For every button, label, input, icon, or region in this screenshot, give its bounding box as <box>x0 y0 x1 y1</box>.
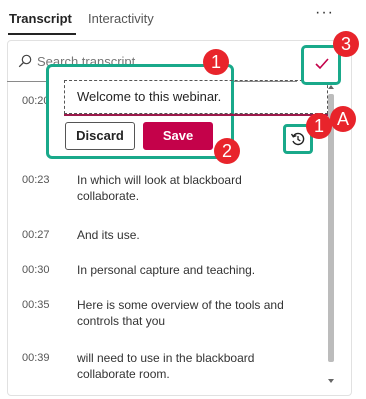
save-button[interactable]: Save <box>143 122 213 150</box>
entry-timestamp[interactable]: 00:30 <box>22 264 50 276</box>
caption-edit-underline <box>64 114 328 116</box>
active-tab-indicator <box>8 33 76 35</box>
entry-text: And its use. <box>77 228 140 242</box>
entry-timestamp[interactable]: 00:35 <box>22 299 50 311</box>
scroll-down-arrow-icon[interactable] <box>326 376 336 386</box>
entry-timestamp[interactable]: 00:39 <box>22 352 50 364</box>
search-icon <box>18 54 32 68</box>
entry-timestamp[interactable]: 00:23 <box>22 174 50 186</box>
caption-edit-value: Welcome to this webinar. <box>77 89 222 104</box>
checkmark-icon <box>315 58 329 70</box>
scroll-up-arrow-icon[interactable] <box>326 82 336 92</box>
tab-bar: Transcript Interactivity ··· <box>0 0 366 36</box>
entry-text: will need to use in the blackboard colla… <box>77 351 255 381</box>
caption-edit-field[interactable]: Welcome to this webinar. <box>64 80 328 114</box>
entry-text: In which will look at blackboard collabo… <box>77 173 242 203</box>
entry-text: Here is some overview of the tools and c… <box>77 298 284 328</box>
discard-button[interactable]: Discard <box>65 122 135 150</box>
annotation-badge-1a-number: 1 <box>306 113 332 139</box>
annotation-badge-1: 1 <box>203 49 229 75</box>
entry-text: In personal capture and teaching. <box>77 263 256 277</box>
more-icon[interactable]: ··· <box>315 4 334 22</box>
revert-icon <box>290 132 305 146</box>
tab-transcript[interactable]: Transcript <box>9 11 72 26</box>
tab-interactivity[interactable]: Interactivity <box>88 11 154 26</box>
annotation-badge-3: 3 <box>333 31 359 57</box>
entry-timestamp[interactable]: 00:27 <box>22 229 50 241</box>
annotation-badge-1a-letter: A <box>330 106 356 132</box>
annotation-badge-2: 2 <box>214 138 240 164</box>
